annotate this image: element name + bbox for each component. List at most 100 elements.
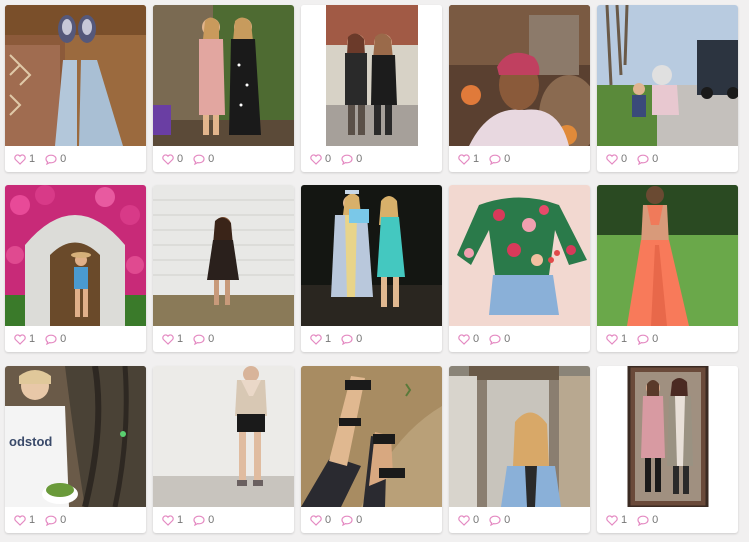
photo-stats: 1 0 bbox=[597, 507, 738, 533]
comment-stat[interactable]: 0 bbox=[489, 332, 511, 345]
heart-icon bbox=[606, 153, 618, 165]
like-count: 1 bbox=[29, 513, 36, 526]
photo-stats: 1 0 bbox=[597, 326, 738, 352]
comment-stat[interactable]: 0 bbox=[193, 152, 215, 165]
like-stat[interactable]: 0 bbox=[310, 152, 332, 165]
comment-bubble-icon bbox=[193, 334, 205, 345]
like-stat[interactable]: 1 bbox=[458, 153, 479, 165]
heart-icon bbox=[14, 153, 26, 165]
comment-stat[interactable]: 0 bbox=[489, 514, 510, 526]
photo-stats: 0 0 bbox=[449, 507, 590, 533]
photo-card[interactable]: 0 0 bbox=[301, 5, 442, 172]
photo-thumbnail[interactable] bbox=[153, 366, 294, 507]
comment-count: 0 bbox=[504, 332, 511, 345]
photo-thumbnail[interactable] bbox=[449, 366, 590, 507]
comment-stat[interactable]: 0 bbox=[45, 332, 67, 345]
photo-stats: 1 0 bbox=[5, 326, 146, 352]
photo-card[interactable]: 1 0 bbox=[153, 185, 294, 352]
svg-text:odstod: odstod bbox=[9, 434, 52, 449]
heart-icon bbox=[458, 333, 470, 345]
comment-stat[interactable]: 0 bbox=[341, 153, 362, 165]
photo-card[interactable]: 1 0 bbox=[597, 366, 738, 533]
photo-stats: 1 0 bbox=[153, 507, 294, 533]
comment-stat[interactable]: 0 bbox=[341, 333, 362, 345]
like-stat[interactable]: 0 bbox=[606, 153, 627, 165]
photo-thumbnail[interactable] bbox=[301, 185, 442, 326]
like-count: 0 bbox=[177, 152, 184, 165]
comment-count: 0 bbox=[60, 513, 67, 526]
photo-card[interactable]: 1 0 bbox=[301, 185, 442, 352]
like-stat[interactable]: 0 bbox=[310, 513, 332, 526]
heart-icon bbox=[162, 153, 174, 165]
comment-stat[interactable]: 0 bbox=[45, 153, 66, 165]
heart-icon bbox=[14, 514, 26, 526]
photo-thumbnail[interactable] bbox=[153, 5, 294, 146]
photo-thumbnail[interactable] bbox=[597, 5, 738, 146]
photo-card[interactable]: 0 0 bbox=[153, 5, 294, 172]
photo-card[interactable]: 0 0 bbox=[301, 366, 442, 533]
like-count: 1 bbox=[621, 513, 628, 526]
photo-card[interactable]: 1 0 bbox=[597, 185, 738, 352]
photo-card[interactable]: 1 0 bbox=[5, 185, 146, 352]
photo-card[interactable]: 0 0 bbox=[449, 366, 590, 533]
comment-count: 0 bbox=[208, 152, 215, 165]
comment-bubble-icon bbox=[489, 515, 501, 526]
comment-stat[interactable]: 0 bbox=[489, 153, 510, 165]
photo-thumbnail[interactable] bbox=[5, 5, 146, 146]
photo-thumbnail[interactable]: odstod bbox=[5, 366, 146, 507]
comment-stat[interactable]: 0 bbox=[637, 152, 659, 165]
like-count: 0 bbox=[325, 152, 332, 165]
comment-count: 0 bbox=[652, 513, 659, 526]
photo-thumbnail[interactable] bbox=[597, 185, 738, 326]
photo-thumbnail[interactable] bbox=[449, 185, 590, 326]
photo-stats: 0 0 bbox=[301, 507, 442, 533]
comment-count: 0 bbox=[652, 332, 659, 345]
photo-card[interactable]: odstod 1 0 bbox=[5, 366, 146, 533]
photo-card[interactable]: 0 0 bbox=[449, 185, 590, 352]
heart-icon bbox=[162, 333, 174, 345]
photo-thumbnail[interactable] bbox=[153, 185, 294, 326]
comment-bubble-icon bbox=[489, 154, 501, 165]
comment-stat[interactable]: 0 bbox=[341, 513, 363, 526]
photo-stats: 0 0 bbox=[301, 146, 442, 172]
like-stat[interactable]: 1 bbox=[14, 332, 36, 345]
heart-icon bbox=[310, 333, 322, 345]
photo-card[interactable]: 1 0 bbox=[449, 5, 590, 172]
like-stat[interactable]: 1 bbox=[606, 513, 628, 526]
photo-card[interactable]: 1 0 bbox=[5, 5, 146, 172]
like-stat[interactable]: 0 bbox=[458, 332, 480, 345]
comment-stat[interactable]: 0 bbox=[637, 513, 659, 526]
photo-thumbnail[interactable] bbox=[597, 366, 738, 507]
like-stat[interactable]: 1 bbox=[162, 514, 183, 526]
comment-stat[interactable]: 0 bbox=[193, 333, 214, 345]
photo-thumbnail[interactable] bbox=[5, 185, 146, 326]
heart-icon bbox=[458, 514, 470, 526]
comment-bubble-icon bbox=[637, 515, 649, 526]
comment-count: 0 bbox=[652, 152, 659, 165]
like-count: 0 bbox=[473, 513, 480, 526]
photo-card[interactable]: 0 0 bbox=[597, 5, 738, 172]
comment-bubble-icon bbox=[341, 334, 353, 345]
like-count: 0 bbox=[325, 513, 332, 526]
comment-stat[interactable]: 0 bbox=[637, 332, 659, 345]
like-stat[interactable]: 0 bbox=[458, 513, 480, 526]
like-stat[interactable]: 0 bbox=[162, 152, 184, 165]
comment-bubble-icon bbox=[341, 515, 353, 526]
comment-stat[interactable]: 0 bbox=[45, 513, 67, 526]
photo-thumbnail[interactable] bbox=[301, 366, 442, 507]
heart-icon bbox=[14, 333, 26, 345]
like-stat[interactable]: 1 bbox=[162, 333, 183, 345]
comment-count: 0 bbox=[356, 513, 363, 526]
comment-count: 0 bbox=[60, 332, 67, 345]
like-stat[interactable]: 1 bbox=[14, 513, 36, 526]
heart-icon bbox=[606, 514, 618, 526]
like-count: 1 bbox=[29, 332, 36, 345]
photo-card[interactable]: 1 0 bbox=[153, 366, 294, 533]
like-stat[interactable]: 1 bbox=[310, 333, 331, 345]
like-stat[interactable]: 1 bbox=[606, 333, 627, 345]
photo-thumbnail[interactable] bbox=[301, 5, 442, 146]
like-count: 0 bbox=[473, 332, 480, 345]
like-stat[interactable]: 1 bbox=[14, 153, 35, 165]
comment-stat[interactable]: 0 bbox=[193, 514, 214, 526]
photo-thumbnail[interactable] bbox=[449, 5, 590, 146]
